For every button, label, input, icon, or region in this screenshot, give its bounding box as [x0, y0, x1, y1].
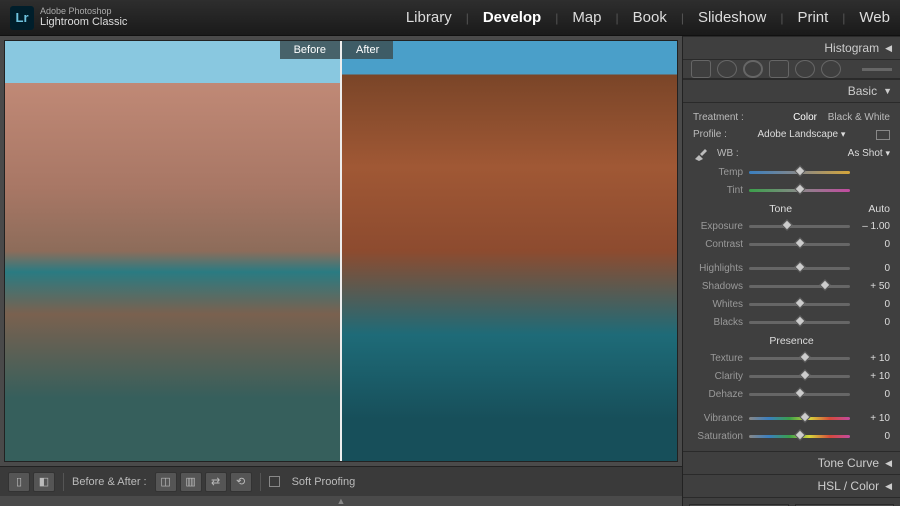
module-library[interactable]: Library — [406, 9, 452, 26]
before-image: Before — [5, 41, 340, 461]
image-viewer: Before After ▯ ◧ Before & After : ◫ ▥ ⇄ — [0, 36, 682, 506]
wb-select[interactable]: As Shot ▾ — [848, 148, 890, 159]
basic-header[interactable]: Basic▼ — [683, 79, 900, 102]
clarity-slider[interactable] — [749, 371, 850, 381]
exposure-slider[interactable] — [749, 221, 850, 231]
clarity-label: Clarity — [693, 371, 743, 382]
module-book[interactable]: Book — [633, 9, 667, 26]
after-image: After — [342, 41, 677, 461]
blacks-value: 0 — [856, 317, 890, 328]
saturation-value: 0 — [856, 431, 890, 442]
presence-heading: Presence — [769, 335, 813, 347]
module-develop[interactable]: Develop — [483, 9, 541, 26]
exposure-value: – 1.00 — [856, 221, 890, 232]
right-panel: Histogram◀ Basic▼ Treatment : Color — [682, 36, 900, 506]
module-web[interactable]: Web — [859, 9, 890, 26]
histogram-header[interactable]: Histogram◀ — [683, 36, 900, 59]
contrast-slider[interactable] — [749, 239, 850, 249]
spot-tool-icon[interactable] — [717, 60, 737, 78]
tint-label: Tint — [693, 185, 743, 196]
temp-slider[interactable] — [749, 167, 850, 177]
saturation-label: Saturation — [693, 431, 743, 442]
whites-value: 0 — [856, 299, 890, 310]
profile-label: Profile : — [693, 129, 727, 140]
vibrance-slider[interactable] — [749, 413, 850, 423]
tool-strip — [683, 59, 900, 79]
crop-tool-icon[interactable] — [691, 60, 711, 78]
wb-label: WB : — [717, 148, 739, 159]
whites-slider[interactable] — [749, 299, 850, 309]
clarity-value: + 10 — [856, 371, 890, 382]
highlights-label: Highlights — [693, 263, 743, 274]
soft-proofing-label: Soft Proofing — [292, 476, 356, 488]
whites-label: Whites — [693, 299, 743, 310]
ba-layout-2-icon[interactable]: ▥ — [180, 472, 202, 492]
brand-superscript: Adobe Photoshop — [40, 7, 127, 17]
texture-slider[interactable] — [749, 353, 850, 363]
brand-name: Lightroom Classic — [40, 16, 127, 28]
after-label: After — [342, 41, 393, 59]
ba-copy-icon[interactable]: ⟲ — [230, 472, 252, 492]
tint-slider[interactable] — [749, 185, 850, 195]
loupe-view-icon[interactable]: ▯ — [8, 472, 30, 492]
ba-swap-icon[interactable]: ⇄ — [205, 472, 227, 492]
profile-browser-icon[interactable] — [876, 130, 890, 140]
before-label: Before — [280, 41, 340, 59]
blacks-slider[interactable] — [749, 317, 850, 327]
compare-view-icon[interactable]: ◧ — [33, 472, 55, 492]
auto-tone-button[interactable]: Auto — [868, 203, 890, 215]
shadows-label: Shadows — [693, 281, 743, 292]
module-slideshow[interactable]: Slideshow — [698, 9, 766, 26]
treatment-color[interactable]: Color — [793, 112, 817, 123]
module-map[interactable]: Map — [572, 9, 601, 26]
compare-canvas[interactable]: Before After — [4, 40, 678, 462]
temp-label: Temp — [693, 167, 743, 178]
mask-amount-slider[interactable] — [862, 68, 892, 71]
texture-label: Texture — [693, 353, 743, 364]
vibrance-value: + 10 — [856, 413, 890, 424]
before-after-label: Before & After : — [72, 476, 147, 488]
app-logo: Lr Adobe Photoshop Lightroom Classic — [10, 6, 127, 30]
shadows-value: + 50 — [856, 281, 890, 292]
contrast-value: 0 — [856, 239, 890, 250]
blacks-label: Blacks — [693, 317, 743, 328]
shadows-slider[interactable] — [749, 281, 850, 291]
logo-icon: Lr — [10, 6, 34, 30]
filmstrip-toggle[interactable]: ▲ — [0, 496, 682, 506]
saturation-slider[interactable] — [749, 431, 850, 441]
soft-proofing-checkbox[interactable] — [269, 476, 280, 487]
basic-panel: Treatment : Color Black & White Profile … — [683, 102, 900, 451]
viewer-toolbar: ▯ ◧ Before & After : ◫ ▥ ⇄ ⟲ Soft Proofi… — [0, 466, 682, 496]
gradient-tool-icon[interactable] — [769, 60, 789, 78]
contrast-label: Contrast — [693, 239, 743, 250]
treatment-bw[interactable]: Black & White — [828, 112, 890, 123]
tonecurve-header[interactable]: Tone Curve◀ — [683, 451, 900, 474]
treatment-label: Treatment : — [693, 112, 744, 123]
eyedropper-icon[interactable] — [693, 145, 709, 161]
highlights-value: 0 — [856, 263, 890, 274]
profile-select[interactable]: Adobe Landscape ▾ — [757, 129, 845, 140]
module-picker: Library|Develop|Map|Book|Slideshow|Print… — [406, 9, 890, 26]
module-print[interactable]: Print — [797, 9, 828, 26]
texture-value: + 10 — [856, 353, 890, 364]
title-bar: Lr Adobe Photoshop Lightroom Classic Lib… — [0, 0, 900, 36]
exposure-label: Exposure — [693, 221, 743, 232]
dehaze-value: 0 — [856, 389, 890, 400]
brush-tool-icon[interactable] — [821, 60, 841, 78]
dehaze-label: Dehaze — [693, 389, 743, 400]
tone-heading: Tone — [769, 203, 792, 215]
vibrance-label: Vibrance — [693, 413, 743, 424]
dehaze-slider[interactable] — [749, 389, 850, 399]
ba-layout-1-icon[interactable]: ◫ — [155, 472, 177, 492]
highlights-slider[interactable] — [749, 263, 850, 273]
hsl-header[interactable]: HSL / Color◀ — [683, 474, 900, 497]
redeye-tool-icon[interactable] — [743, 60, 763, 78]
radial-tool-icon[interactable] — [795, 60, 815, 78]
